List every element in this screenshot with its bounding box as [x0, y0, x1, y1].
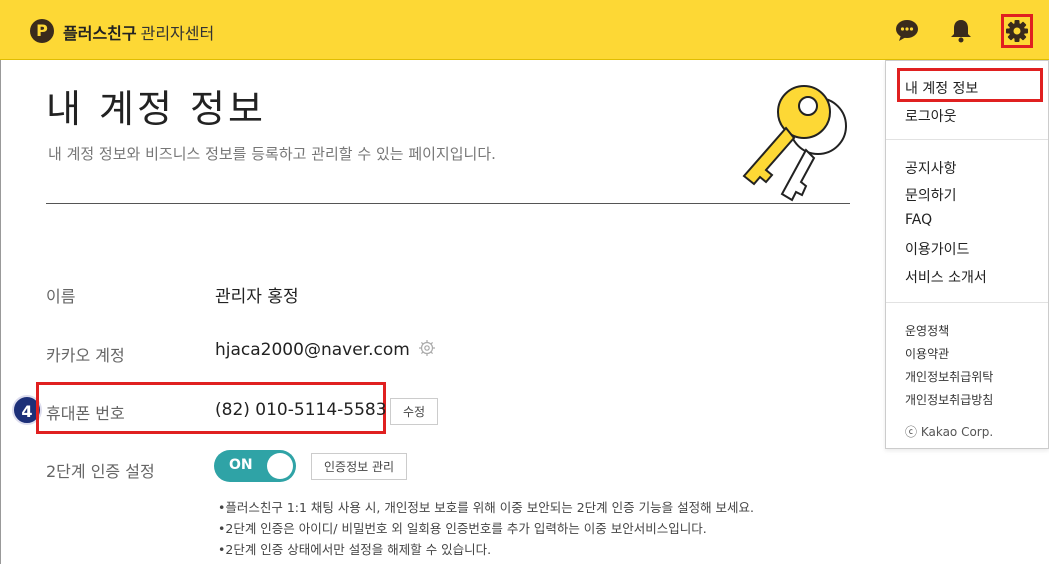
kakao-account-label: 카카오 계정 — [46, 346, 125, 365]
account-settings-icon[interactable] — [418, 339, 436, 357]
bell-icon[interactable] — [947, 16, 975, 44]
brand-title[interactable]: 플러스친구 관리자센터 — [63, 20, 214, 44]
manage-auth-button[interactable]: 인증정보 관리 — [311, 453, 408, 480]
copyright-text: ⓒ Kakao Corp. — [905, 425, 994, 439]
menu-item-inquiry[interactable]: 문의하기 — [905, 185, 957, 205]
brand-subtitle: 관리자센터 — [140, 24, 215, 43]
menu-divider — [886, 139, 1048, 140]
kakao-account-value: hjaca2000@naver.com — [215, 340, 410, 360]
phone-value: (82) 010-5114-5583 — [215, 400, 387, 420]
chat-icon[interactable] — [893, 16, 921, 44]
menu-item-service-intro[interactable]: 서비스 소개서 — [905, 267, 987, 287]
content-left-border — [0, 60, 1, 564]
two-factor-notes: •플러스친구 1:1 채팅 사용 시, 개인정보 보호를 위해 이중 보안되는 … — [218, 497, 754, 560]
menu-item-privacy-consignment[interactable]: 개인정보취급위탁 — [905, 368, 993, 385]
menu-item-faq[interactable]: FAQ — [905, 212, 932, 228]
gear-icon[interactable] — [1001, 14, 1033, 48]
plusfriend-logo[interactable]: P — [30, 19, 54, 43]
note-line: •2단계 인증 상태에서만 설정을 해제할 수 있습니다. — [218, 542, 492, 557]
menu-item-logout[interactable]: 로그아웃 — [905, 106, 957, 126]
phone-label: 휴대폰 번호 — [46, 404, 125, 423]
menu-item-notices[interactable]: 공지사항 — [905, 158, 957, 178]
toggle-state-label: ON — [229, 457, 253, 473]
settings-dropdown-menu: 내 계정 정보 로그아웃 공지사항 문의하기 FAQ 이용가이드 서비스 소개서… — [885, 60, 1049, 449]
note-line: •플러스친구 1:1 채팅 사용 시, 개인정보 보호를 위해 이중 보안되는 … — [218, 500, 755, 515]
menu-divider — [886, 302, 1048, 303]
note-line: •2단계 인증은 아이디/ 비밀번호 외 일회용 인증번호를 추가 입력하는 이… — [218, 521, 707, 536]
menu-item-privacy-policy[interactable]: 개인정보취급방침 — [905, 391, 993, 408]
menu-item-guide[interactable]: 이용가이드 — [905, 239, 969, 259]
header-divider — [46, 203, 850, 204]
top-bar: P 플러스친구 관리자센터 — [0, 0, 1049, 60]
toggle-knob — [267, 453, 293, 479]
menu-item-terms[interactable]: 이용약관 — [905, 345, 949, 362]
page-description: 내 계정 정보와 비즈니스 정보를 등록하고 관리할 수 있는 페이지입니다. — [48, 145, 496, 163]
brand-name: 플러스친구 — [63, 24, 137, 43]
edit-phone-button[interactable]: 수정 — [390, 398, 439, 425]
menu-item-operation-policy[interactable]: 운영정책 — [905, 322, 949, 339]
menu-item-my-account[interactable]: 내 계정 정보 — [905, 78, 978, 98]
name-value: 관리자 홍정 — [215, 287, 299, 307]
page-title: 내 계정 정보 — [46, 87, 266, 131]
two-factor-label: 2단계 인증 설정 — [46, 462, 155, 481]
keys-illustration — [742, 85, 847, 202]
two-factor-toggle[interactable]: ON — [214, 450, 296, 482]
name-label: 이름 — [46, 287, 76, 306]
